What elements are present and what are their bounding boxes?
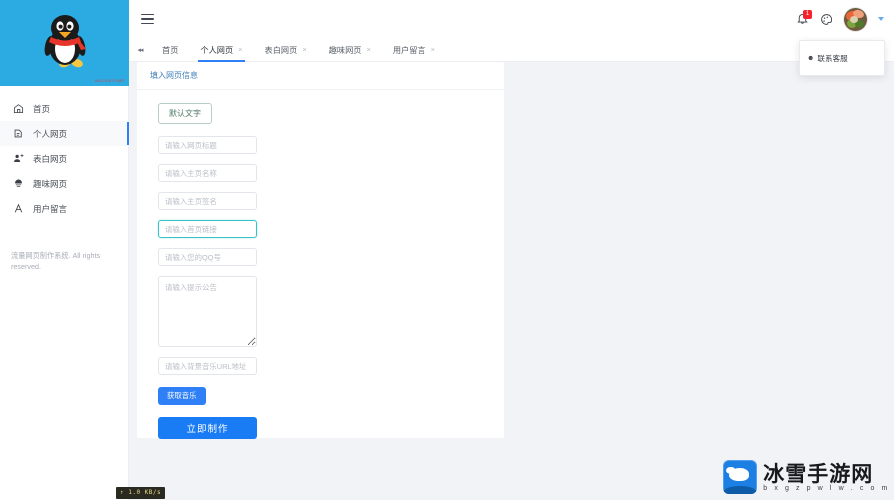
announcement-textarea[interactable]: [158, 276, 257, 347]
headset-icon: ☻: [807, 54, 815, 62]
tab-person-page[interactable]: 个人网页 ×: [189, 38, 253, 62]
tab-label: 个人网页: [200, 45, 234, 55]
tab-close-icon[interactable]: ×: [302, 45, 306, 54]
tab-close-icon[interactable]: ×: [238, 45, 242, 54]
tab-close-icon[interactable]: ×: [431, 45, 435, 54]
get-music-button[interactable]: 获取音乐: [158, 386, 206, 405]
fun-page-icon: [13, 178, 24, 189]
sidebar-item-fun-page[interactable]: 趣味网页: [0, 171, 128, 196]
tab-label: 首页: [162, 45, 179, 55]
confession-page-icon: [13, 153, 24, 164]
home-signature-input[interactable]: [158, 192, 257, 210]
tab-bar: ◂◂ 首页 个人网页 × 表白网页 × 趣味网页 × 用户留言 ×: [129, 38, 894, 62]
sidebar-item-person-page[interactable]: 个人网页: [0, 121, 129, 146]
logo-watermark: HELLO/HTY.NET: [94, 79, 125, 83]
watermark-subtitle: b x g z p w l w . c o m: [763, 484, 890, 492]
tab-home[interactable]: 首页: [151, 38, 189, 62]
sidebar-item-home[interactable]: 首页: [0, 96, 128, 121]
notification-badge: 1: [803, 9, 812, 19]
sidebar-footer: 流量网页制作系统. All rights reserved.: [11, 251, 101, 271]
site-watermark: 冰雪手游网 b x g z p w l w . c o m: [723, 460, 890, 494]
person-page-icon: [13, 128, 24, 139]
home-name-input[interactable]: [158, 164, 257, 182]
hamburger-icon[interactable]: [141, 12, 155, 26]
tab-label: 表白网页: [264, 45, 298, 55]
sidebar-item-label: 个人网页: [33, 128, 68, 139]
tab-fun-page[interactable]: 趣味网页 ×: [318, 38, 382, 62]
page-title-input[interactable]: [158, 136, 257, 154]
home-icon: [13, 103, 24, 114]
watermark-title: 冰雪手游网: [763, 461, 874, 486]
qq-penguin-logo: [44, 15, 86, 68]
default-text-button[interactable]: 默认文字: [158, 103, 212, 124]
polar-bear-logo: [723, 460, 758, 494]
tabs-prev-icon[interactable]: ◂◂: [129, 46, 151, 54]
app-root: HELLO/HTY.NET 首页 个人网页 表白网页 趣味网页 用户留言 流量网…: [0, 0, 894, 500]
sidebar-item-confession-page[interactable]: 表白网页: [0, 146, 128, 171]
user-dropdown-menu: ☻ 联系客服: [799, 40, 885, 76]
topbar-actions: 1: [796, 0, 884, 38]
dropdown-item-label: 联系客服: [817, 53, 848, 63]
submit-button[interactable]: 立即制作: [158, 416, 257, 439]
card-title: 填入网页信息: [137, 62, 504, 90]
notification-bell-button[interactable]: 1: [796, 9, 812, 27]
sidebar-item-user-message[interactable]: 用户留言: [0, 196, 128, 221]
content-area: 填入网页信息 默认文字 获取音乐 立即制作: [129, 62, 894, 500]
sidebar-item-label: 用户留言: [33, 203, 68, 214]
tab-label: 用户留言: [392, 45, 426, 55]
sidebar: HELLO/HTY.NET 首页 个人网页 表白网页 趣味网页 用户留言 流量网…: [0, 0, 129, 500]
page-info-card: 填入网页信息 默认文字 获取音乐 立即制作: [137, 62, 504, 439]
tab-confession-page[interactable]: 表白网页 ×: [254, 38, 318, 62]
palette-icon[interactable]: [820, 13, 833, 26]
user-message-icon: [13, 203, 24, 214]
page-info-form: 默认文字 获取音乐 立即制作: [137, 90, 504, 439]
sidebar-nav: 首页 个人网页 表白网页 趣味网页 用户留言: [0, 86, 129, 221]
tab-user-message[interactable]: 用户留言 ×: [382, 38, 446, 62]
avatar[interactable]: [844, 7, 867, 31]
net-speed-indicator: ↑ 1.0 KB/s: [116, 487, 166, 499]
qq-number-input[interactable]: [158, 248, 257, 266]
tab-label: 趣味网页: [328, 45, 362, 55]
caret-down-icon[interactable]: [878, 17, 884, 21]
tab-close-icon[interactable]: ×: [366, 45, 370, 54]
music-url-input[interactable]: [158, 357, 257, 375]
dropdown-item-contact-support[interactable]: ☻ 联系客服: [807, 53, 848, 64]
sidebar-item-label: 表白网页: [33, 153, 68, 164]
home-link-input[interactable]: [158, 220, 257, 238]
sidebar-logo[interactable]: HELLO/HTY.NET: [0, 0, 129, 86]
sidebar-item-label: 首页: [33, 103, 51, 114]
sidebar-item-label: 趣味网页: [33, 178, 68, 189]
topbar: 1: [129, 0, 894, 38]
